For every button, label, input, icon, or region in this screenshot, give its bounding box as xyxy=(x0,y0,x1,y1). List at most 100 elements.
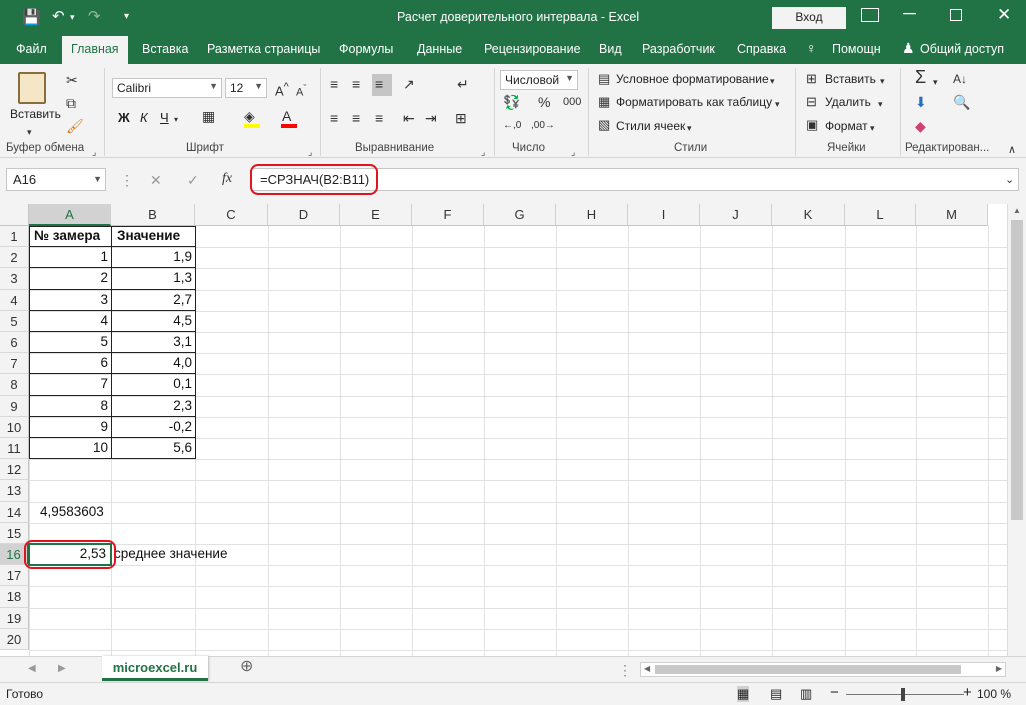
column-header-g[interactable]: G xyxy=(484,204,556,226)
vertical-scrollbar[interactable]: ▲ xyxy=(1007,204,1026,656)
row-header-17[interactable]: 17 xyxy=(0,565,29,587)
row-header-18[interactable]: 18 xyxy=(0,586,29,608)
row-header-4[interactable]: 4 xyxy=(0,289,29,311)
minimize-icon[interactable]: ─ xyxy=(903,3,916,24)
scroll-left-icon[interactable]: ◀ xyxy=(644,664,650,673)
row-header-2[interactable]: 2 xyxy=(0,247,29,269)
tab-split-icon[interactable]: ⋮ xyxy=(618,662,632,678)
cell-b16[interactable]: среднее значение xyxy=(114,546,227,561)
redo-icon[interactable]: ↷ xyxy=(88,7,101,25)
row-header-14[interactable]: 14 xyxy=(0,501,29,523)
zoom-slider-thumb[interactable] xyxy=(901,688,905,701)
sort-filter-icon[interactable]: A↓ xyxy=(953,71,967,87)
align-right-icon[interactable]: ≡ xyxy=(375,110,383,126)
delete-cells-button[interactable]: Удалить xyxy=(825,95,871,109)
decrease-indent-icon[interactable]: ⇤ xyxy=(403,110,415,126)
row-header-5[interactable]: 5 xyxy=(0,310,29,332)
row-header-6[interactable]: 6 xyxy=(0,332,29,354)
save-icon[interactable]: 💾 xyxy=(22,8,41,26)
tab-file[interactable]: Файл xyxy=(16,42,47,56)
ribbon-display-icon[interactable] xyxy=(861,8,879,22)
scroll-right-icon[interactable]: ▶ xyxy=(996,664,1002,673)
page-layout-icon[interactable]: ▤ xyxy=(770,686,782,702)
column-header-m[interactable]: M xyxy=(916,204,988,226)
cell-b7[interactable]: 4,0 xyxy=(114,355,192,370)
cell-a4[interactable]: 3 xyxy=(32,292,108,307)
cell-b10[interactable]: -0,2 xyxy=(114,419,192,434)
bold-button[interactable]: Ж xyxy=(118,110,130,125)
insert-cells-button[interactable]: Вставить xyxy=(825,72,876,86)
scroll-up-icon[interactable]: ▲ xyxy=(1013,206,1021,215)
header-cell-a1[interactable]: № замера xyxy=(34,228,100,243)
increase-decimal-icon[interactable]: ←,0 xyxy=(503,118,521,134)
column-header-i[interactable]: I xyxy=(628,204,700,226)
zoom-level[interactable]: 100 % xyxy=(977,687,1011,701)
row-header-11[interactable]: 11 xyxy=(0,438,29,460)
paste-button[interactable]: Вставить xyxy=(10,107,61,121)
cell-styles-button[interactable]: Стили ячеек xyxy=(616,119,685,133)
tab-formulas[interactable]: Формулы xyxy=(339,42,393,56)
align-left-icon[interactable]: ≡ xyxy=(330,110,338,126)
column-header-c[interactable]: C xyxy=(195,204,268,226)
cell-a8[interactable]: 7 xyxy=(32,376,108,391)
row-header-10[interactable]: 10 xyxy=(0,416,29,438)
row-header-1[interactable]: 1 xyxy=(0,226,29,248)
orientation-icon[interactable]: ↗ xyxy=(403,76,415,92)
collapse-ribbon-icon[interactable]: ∧ xyxy=(1008,142,1016,158)
vertical-scroll-thumb[interactable] xyxy=(1011,220,1023,520)
tab-page-layout[interactable]: Разметка страницы xyxy=(207,42,320,56)
align-middle-icon[interactable]: ≡ xyxy=(352,76,360,92)
tab-tell-me[interactable]: Помощн xyxy=(832,42,881,56)
cut-icon[interactable]: ✂ xyxy=(66,72,78,88)
font-size-select[interactable]: 12 ▼ xyxy=(225,78,267,98)
zoom-out-icon[interactable]: − xyxy=(830,684,839,701)
row-header-7[interactable]: 7 xyxy=(0,353,29,375)
increase-indent-icon[interactable]: ⇥ xyxy=(425,110,437,126)
wrap-text-icon[interactable]: ↵ xyxy=(457,76,469,92)
increase-font-icon[interactable]: A^ xyxy=(275,79,289,99)
cell-b4[interactable]: 2,7 xyxy=(114,292,192,307)
align-center-icon[interactable]: ≡ xyxy=(352,110,360,126)
row-header-20[interactable]: 20 xyxy=(0,628,29,650)
number-format-select[interactable]: Числовой ▼ xyxy=(500,70,578,90)
normal-view-icon[interactable]: ▦ xyxy=(737,686,750,702)
find-select-icon[interactable]: 🔍 xyxy=(953,94,970,110)
zoom-in-icon[interactable]: + xyxy=(963,684,972,701)
format-painter-icon[interactable]: 🖌 xyxy=(66,118,84,134)
cell-a7[interactable]: 6 xyxy=(32,355,108,370)
horizontal-scroll-thumb[interactable] xyxy=(655,665,961,674)
borders-icon[interactable]: ▦ xyxy=(202,108,215,124)
share-button[interactable]: Общий доступ xyxy=(920,42,1004,56)
autosum-icon[interactable]: Σ xyxy=(915,68,926,86)
cell-a14[interactable]: 4,9583603 xyxy=(40,504,104,519)
font-name-select[interactable]: Calibri ▼ xyxy=(112,78,222,98)
cell-b5[interactable]: 4,5 xyxy=(114,313,192,328)
tab-insert[interactable]: Вставка xyxy=(142,42,188,56)
column-header-a[interactable]: A xyxy=(29,204,111,226)
format-as-table-button[interactable]: Форматировать как таблицу xyxy=(616,95,772,109)
format-cells-button[interactable]: Формат xyxy=(825,119,868,133)
row-header-8[interactable]: 8 xyxy=(0,374,29,396)
undo-dropdown-icon[interactable]: ▾ xyxy=(70,12,75,23)
column-header-j[interactable]: J xyxy=(700,204,772,226)
header-cell-b1[interactable]: Значение xyxy=(117,228,180,243)
underline-button[interactable]: Ч xyxy=(160,110,169,125)
insert-function-icon[interactable]: fx xyxy=(222,171,232,187)
cell-a9[interactable]: 8 xyxy=(32,398,108,413)
row-header-15[interactable]: 15 xyxy=(0,522,29,544)
decrease-font-icon[interactable]: Aˇ xyxy=(296,80,306,101)
cell-b2[interactable]: 1,9 xyxy=(114,249,192,264)
undo-icon[interactable]: ↶ xyxy=(52,7,65,25)
conditional-formatting-button[interactable]: Условное форматирование xyxy=(616,72,769,86)
cell-b11[interactable]: 5,6 xyxy=(114,440,192,455)
column-header-d[interactable]: D xyxy=(268,204,340,226)
signin-button[interactable]: Вход xyxy=(772,7,846,29)
cell-b9[interactable]: 2,3 xyxy=(114,398,192,413)
row-header-19[interactable]: 19 xyxy=(0,607,29,629)
font-color-icon[interactable]: A xyxy=(282,108,291,124)
percent-icon[interactable]: % xyxy=(538,94,550,110)
select-all-button[interactable] xyxy=(0,204,29,226)
column-header-l[interactable]: L xyxy=(845,204,916,226)
column-header-b[interactable]: B xyxy=(111,204,195,226)
add-sheet-icon[interactable]: ⊕ xyxy=(240,659,253,675)
